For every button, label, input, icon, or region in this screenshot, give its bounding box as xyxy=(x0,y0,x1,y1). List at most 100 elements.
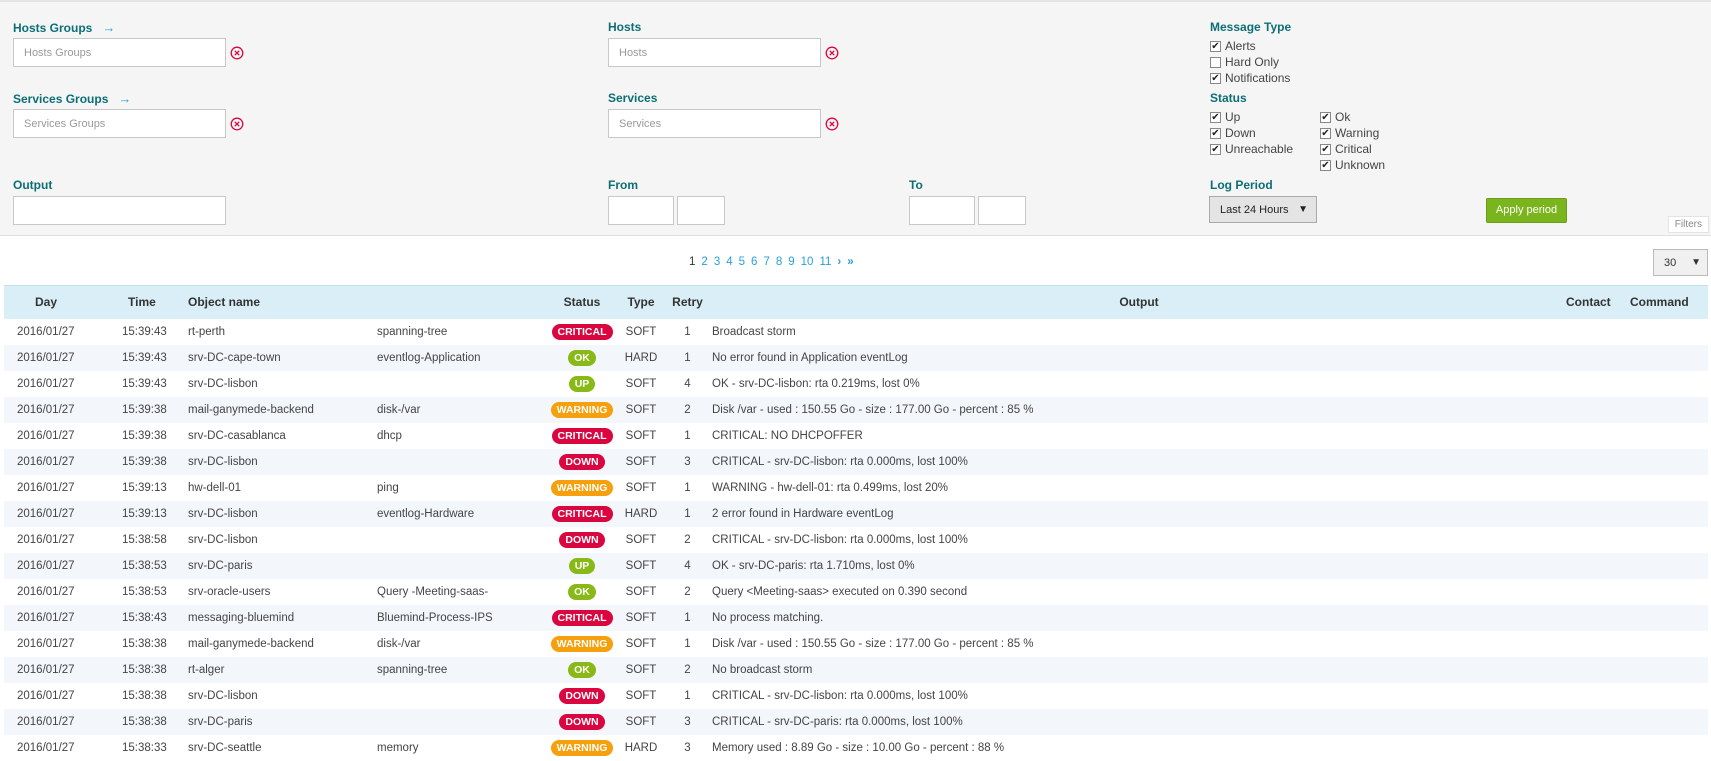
to-date-input[interactable] xyxy=(909,196,975,225)
command-cell xyxy=(1630,709,1708,735)
page-link[interactable]: 10 xyxy=(801,256,814,268)
checkbox-icon[interactable] xyxy=(1210,56,1221,68)
status-badge: CRITICAL xyxy=(551,427,613,444)
table-row[interactable]: 2016/01/27 15:38:38 mail-ganymede-backend d… xyxy=(4,631,1708,657)
command-cell xyxy=(1630,397,1708,423)
page-link[interactable]: 8 xyxy=(776,256,782,268)
header-time[interactable]: Time xyxy=(122,285,188,319)
type-cell: HARD xyxy=(624,351,658,364)
table-row[interactable]: 2016/01/27 15:39:38 mail-ganymede-backend d… xyxy=(4,396,1708,423)
clear-icon[interactable] xyxy=(825,46,839,60)
page-link[interactable]: 5 xyxy=(739,256,745,268)
host-cell: hw-dell-01 xyxy=(188,481,242,494)
arrow-right-icon[interactable]: → xyxy=(118,91,131,106)
header-output[interactable]: Output xyxy=(712,285,1566,319)
type-cell: SOFT xyxy=(625,533,657,546)
command-cell xyxy=(1630,683,1708,709)
page-link[interactable]: 3 xyxy=(714,256,720,268)
header-command[interactable]: Command xyxy=(1630,285,1708,319)
clear-icon[interactable] xyxy=(825,117,839,131)
contact-cell xyxy=(1566,423,1630,449)
hosts-groups-input[interactable] xyxy=(13,38,226,67)
retry-cell: 2 xyxy=(684,533,691,546)
per-page-select[interactable]: 30 ▼ xyxy=(1653,249,1708,276)
checkbox-icon[interactable]: ✔ xyxy=(1210,72,1221,84)
status-checkbox[interactable]: ✔ Ok xyxy=(1320,110,1350,124)
table-row[interactable]: 2016/01/27 15:39:43 rt-perth spanning-tree C… xyxy=(4,319,1708,345)
message-type-checkbox[interactable]: ✔ Notifications xyxy=(1210,71,1290,85)
page-link[interactable]: 11 xyxy=(819,256,831,268)
checkbox-label: Unknown xyxy=(1335,158,1386,172)
table-row[interactable]: 2016/01/27 15:39:13 hw-dell-01 ping WARNING S… xyxy=(4,475,1708,501)
service-cell: ping xyxy=(377,481,399,494)
checkbox-icon[interactable]: ✔ xyxy=(1210,111,1221,123)
checkbox-icon[interactable]: ✔ xyxy=(1320,143,1331,155)
log-period-select[interactable]: Last 24 Hours ▼ xyxy=(1209,196,1317,223)
checkbox-label: Alerts xyxy=(1225,39,1256,53)
filters-toggle[interactable]: Filters xyxy=(1667,216,1709,233)
checkbox-icon[interactable]: ✔ xyxy=(1320,111,1331,123)
table-row[interactable]: 2016/01/27 15:39:13 srv-DC-lisbon eventlog-… xyxy=(4,500,1708,527)
page-link[interactable]: 4 xyxy=(726,256,732,268)
table-row[interactable]: 2016/01/27 15:38:38 srv-DC-lisbon DOWN SOFT 1… xyxy=(4,683,1708,709)
table-row[interactable]: 2016/01/27 15:38:38 srv-DC-paris DOWN SOFT 3 C… xyxy=(4,708,1708,735)
table-row[interactable]: 2016/01/27 15:38:33 srv-DC-seattle memory WA… xyxy=(4,735,1708,761)
type-cell: SOFT xyxy=(625,377,657,390)
checkbox-icon[interactable]: ✔ xyxy=(1210,127,1221,139)
from-time-input[interactable] xyxy=(677,196,725,225)
table-row[interactable]: 2016/01/27 15:39:38 srv-DC-casablanca dhcp C… xyxy=(4,423,1708,449)
message-type-checkbox[interactable]: Hard Only xyxy=(1210,55,1279,69)
type-cell: HARD xyxy=(624,507,658,520)
page-link[interactable]: 2 xyxy=(701,256,707,268)
last-page-link[interactable]: » xyxy=(847,256,853,268)
header-status[interactable]: Status xyxy=(545,285,619,319)
header-type[interactable]: Type xyxy=(619,285,663,319)
checkbox-icon[interactable]: ✔ xyxy=(1210,143,1221,155)
clear-icon[interactable] xyxy=(230,46,244,60)
status-badge: WARNING xyxy=(550,635,614,652)
from-date-input[interactable] xyxy=(608,196,674,225)
message-type-label: Message Type xyxy=(1210,20,1292,34)
checkbox-label: Notifications xyxy=(1225,71,1291,85)
status-checkbox[interactable]: ✔ Warning xyxy=(1320,126,1379,140)
services-groups-input[interactable] xyxy=(13,109,226,138)
header-contact[interactable]: Contact xyxy=(1566,285,1630,319)
hosts-input[interactable] xyxy=(608,38,821,67)
status-checkbox[interactable]: ✔ Unknown xyxy=(1320,158,1385,172)
status-checkbox[interactable]: ✔ Down xyxy=(1210,126,1256,140)
message-type-checkbox[interactable]: ✔ Alerts xyxy=(1210,39,1256,53)
checkbox-icon[interactable]: ✔ xyxy=(1210,40,1221,52)
to-time-input[interactable] xyxy=(978,196,1026,225)
table-row[interactable]: 2016/01/27 15:38:43 messaging-bluemind Blue… xyxy=(4,604,1708,631)
apply-period-button[interactable]: Apply period xyxy=(1486,198,1567,223)
status-cell: WARNING xyxy=(545,475,619,501)
header-retry[interactable]: Retry xyxy=(663,285,712,319)
checkbox-icon[interactable]: ✔ xyxy=(1320,127,1331,139)
table-row[interactable]: 2016/01/27 15:38:53 srv-oracle-users Query … xyxy=(4,579,1708,605)
table-row[interactable]: 2016/01/27 15:39:43 srv-DC-lisbon UP SOFT 4 OK… xyxy=(4,371,1708,397)
table-row[interactable]: 2016/01/27 15:39:43 srv-DC-cape-town eventl… xyxy=(4,344,1708,371)
command-cell xyxy=(1630,423,1708,449)
table-row[interactable]: 2016/01/27 15:39:38 srv-DC-lisbon DOWN SOFT 3… xyxy=(4,448,1708,475)
page-link[interactable]: 7 xyxy=(763,256,769,268)
table-row[interactable]: 2016/01/27 15:38:38 rt-alger spanning-tree O… xyxy=(4,656,1708,683)
status-checkbox[interactable]: ✔ Critical xyxy=(1320,142,1372,156)
header-object[interactable]: Object name xyxy=(188,285,545,319)
clear-icon[interactable] xyxy=(230,117,244,131)
service-cell xyxy=(377,709,545,735)
status-checkbox[interactable]: ✔ Unreachable xyxy=(1210,142,1293,156)
services-input[interactable] xyxy=(608,109,821,138)
page-link[interactable]: 9 xyxy=(788,256,794,268)
header-day[interactable]: Day xyxy=(4,285,122,319)
time-cell: 15:38:53 xyxy=(122,559,167,572)
type-cell: SOFT xyxy=(625,455,657,468)
output-input[interactable] xyxy=(13,196,226,225)
arrow-right-icon[interactable]: → xyxy=(102,20,115,35)
table-row[interactable]: 2016/01/27 15:38:53 srv-DC-paris UP SOFT 4 OK … xyxy=(4,552,1708,579)
table-row[interactable]: 2016/01/27 15:38:58 srv-DC-lisbon DOWN SOFT 2… xyxy=(4,527,1708,553)
checkbox-icon[interactable]: ✔ xyxy=(1320,159,1331,171)
next-page-link[interactable]: › xyxy=(837,256,841,268)
contact-cell xyxy=(1566,449,1630,475)
status-checkbox[interactable]: ✔ Up xyxy=(1210,110,1240,124)
page-link[interactable]: 6 xyxy=(751,256,757,268)
